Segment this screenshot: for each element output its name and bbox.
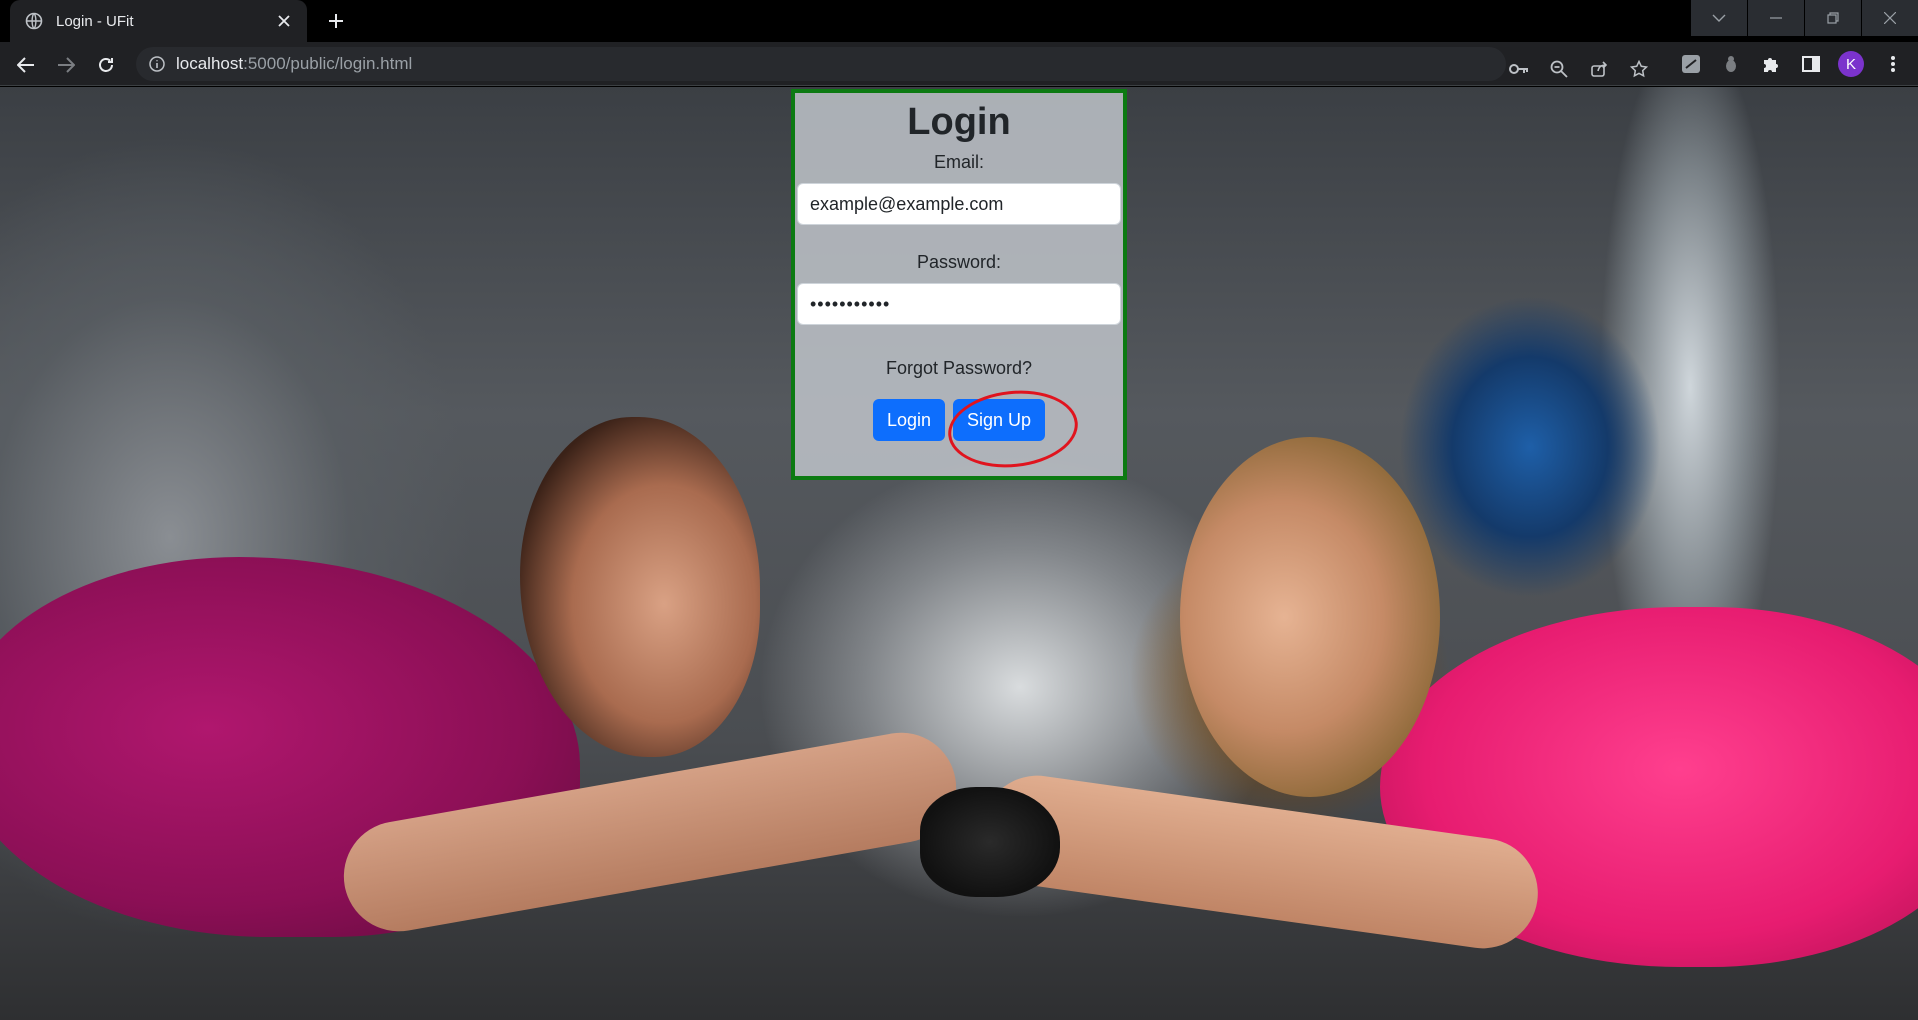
extension-icon[interactable]	[1718, 51, 1744, 77]
page-viewport: Login Email: Password: Forgot Password? …	[0, 87, 1918, 1020]
browser-toolbar: localhost:5000/public/login.html K	[0, 42, 1918, 86]
share-icon[interactable]	[1586, 56, 1612, 82]
address-bar[interactable]: localhost:5000/public/login.html	[136, 47, 1648, 81]
reload-icon[interactable]	[92, 51, 120, 79]
browser-tab[interactable]: Login - UFit	[10, 0, 307, 42]
zoom-icon[interactable]	[1546, 56, 1572, 82]
close-icon[interactable]	[273, 10, 295, 32]
info-icon[interactable]	[148, 55, 166, 73]
star-icon[interactable]	[1626, 56, 1652, 82]
tab-strip: Login - UFit	[0, 0, 1918, 42]
plus-icon[interactable]	[322, 9, 350, 33]
url-host: localhost	[176, 54, 244, 73]
email-field[interactable]	[797, 183, 1121, 225]
page-title: Login	[907, 101, 1011, 143]
extension-icon[interactable]	[1678, 51, 1704, 77]
forward-icon[interactable]	[52, 51, 80, 79]
password-field[interactable]	[797, 283, 1121, 325]
restore-icon[interactable]	[1805, 0, 1861, 36]
background-photo	[1180, 437, 1440, 797]
background-photo	[920, 787, 1060, 897]
minimize-icon[interactable]	[1748, 0, 1804, 36]
chevron-down-icon[interactable]	[1691, 0, 1747, 36]
url-path: :5000/public/login.html	[243, 54, 413, 73]
avatar[interactable]: K	[1838, 51, 1864, 77]
key-icon[interactable]	[1506, 56, 1532, 82]
forgot-password-link[interactable]: Forgot Password?	[795, 357, 1123, 379]
menu-icon[interactable]	[1880, 51, 1906, 77]
password-label: Password:	[916, 252, 1002, 272]
email-label: Email:	[933, 152, 984, 172]
globe-icon	[24, 11, 44, 31]
back-icon[interactable]	[12, 51, 40, 79]
close-window-icon[interactable]	[1862, 0, 1918, 36]
sidebar-icon[interactable]	[1798, 51, 1824, 77]
button-row: Login Sign Up	[795, 399, 1123, 441]
login-card: Login Email: Password: Forgot Password? …	[791, 89, 1127, 480]
sign-up-button[interactable]: Sign Up	[953, 399, 1045, 441]
puzzle-icon[interactable]	[1758, 51, 1784, 77]
window-controls	[1690, 0, 1918, 36]
tab-title: Login - UFit	[56, 12, 134, 30]
login-button[interactable]: Login	[873, 399, 945, 441]
